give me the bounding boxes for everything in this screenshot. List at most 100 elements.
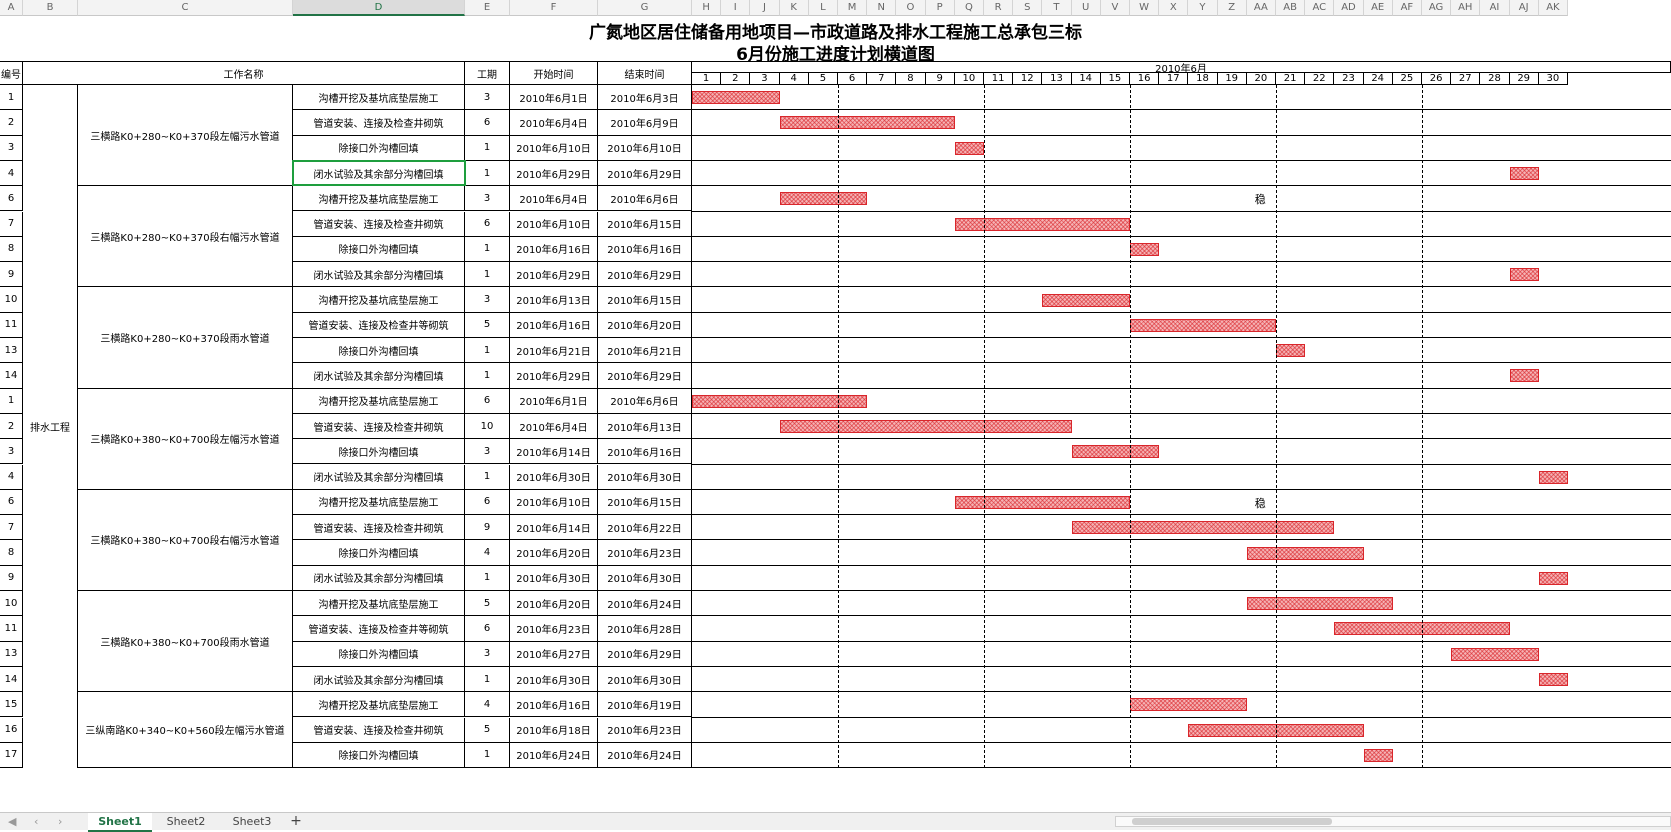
task-num-cell[interactable]: 1	[0, 388, 23, 414]
day-number[interactable]: 24	[1363, 73, 1393, 85]
task-name-cell[interactable]: 闭水试验及其余部分沟槽回填	[293, 160, 465, 187]
gantt-bar[interactable]	[1509, 268, 1539, 282]
task-name-cell[interactable]: 除接口外沟槽回填	[293, 641, 465, 667]
gantt-bar[interactable]	[1451, 647, 1539, 661]
task-num-cell[interactable]: 8	[0, 540, 23, 566]
task-start-cell[interactable]: 2010年6月23日	[510, 616, 598, 642]
column-header-e[interactable]: E	[465, 0, 510, 16]
task-num-cell[interactable]: 4	[0, 464, 23, 490]
day-number[interactable]: 29	[1509, 73, 1539, 85]
header-duration[interactable]: 工期	[465, 61, 510, 85]
gantt-bar[interactable]	[779, 116, 955, 130]
column-header-ah[interactable]: AH	[1451, 0, 1481, 16]
task-name-cell[interactable]: 闭水试验及其余部分沟槽回填	[293, 666, 465, 693]
task-start-cell[interactable]: 2010年6月10日	[510, 489, 598, 516]
column-header-m[interactable]: M	[838, 0, 868, 16]
task-name-cell[interactable]: 除接口外沟槽回填	[293, 135, 465, 161]
gantt-bar[interactable]	[1538, 571, 1568, 585]
task-start-cell[interactable]: 2010年6月13日	[510, 287, 598, 313]
gantt-bar[interactable]	[954, 495, 1130, 509]
column-header-ag[interactable]: AG	[1422, 0, 1452, 16]
task-name-cell[interactable]: 沟槽开挖及基坑底垫层施工	[293, 489, 465, 516]
day-number[interactable]: 13	[1042, 73, 1072, 85]
day-number[interactable]: 19	[1217, 73, 1247, 85]
task-start-cell[interactable]: 2010年6月29日	[510, 160, 598, 187]
task-duration-cell[interactable]: 1	[465, 666, 510, 693]
task-end-cell[interactable]: 2010年6月29日	[598, 363, 692, 389]
task-duration-cell[interactable]: 1	[465, 135, 510, 161]
gantt-bar[interactable]	[1130, 318, 1276, 332]
task-duration-cell[interactable]: 1	[465, 160, 510, 187]
task-name-cell[interactable]: 除接口外沟槽回填	[293, 338, 465, 364]
task-duration-cell[interactable]: 3	[465, 186, 510, 212]
task-end-cell[interactable]: 2010年6月15日	[598, 211, 692, 237]
day-number[interactable]: 18	[1188, 73, 1218, 85]
task-name-cell[interactable]: 管道安装、连接及检查井等砌筑	[293, 312, 465, 338]
gantt-bar[interactable]	[1246, 546, 1364, 560]
task-start-cell[interactable]: 2010年6月30日	[510, 666, 598, 693]
task-name-cell[interactable]: 除接口外沟槽回填	[293, 236, 465, 263]
task-end-cell[interactable]: 2010年6月9日	[598, 110, 692, 136]
day-number[interactable]: 26	[1422, 73, 1452, 85]
header-task-name[interactable]: 工作名称	[23, 61, 465, 85]
task-end-cell[interactable]: 2010年6月20日	[598, 312, 692, 338]
gantt-bar[interactable]	[1071, 521, 1335, 535]
gantt-bar[interactable]	[1246, 597, 1393, 611]
task-end-cell[interactable]: 2010年6月16日	[598, 439, 692, 465]
day-number[interactable]: 22	[1305, 73, 1335, 85]
gantt-bar[interactable]	[1509, 167, 1539, 181]
task-duration-cell[interactable]: 6	[465, 110, 510, 136]
task-num-cell[interactable]: 9	[0, 565, 23, 591]
task-end-cell[interactable]: 2010年6月15日	[598, 287, 692, 313]
gantt-bar[interactable]	[954, 141, 984, 155]
task-duration-cell[interactable]: 3	[465, 439, 510, 465]
group-name-cell[interactable]: 三横路K0+280~K0+370段雨水管道	[78, 287, 293, 389]
task-name-cell[interactable]: 除接口外沟槽回填	[293, 742, 465, 769]
column-header-c[interactable]: C	[78, 0, 293, 16]
group-name-cell[interactable]: 三横路K0+380~K0+700段右幅污水管道	[78, 489, 293, 591]
column-header-aj[interactable]: AJ	[1509, 0, 1539, 16]
task-start-cell[interactable]: 2010年6月14日	[510, 515, 598, 541]
column-header-aa[interactable]: AA	[1246, 0, 1276, 16]
add-sheet-icon[interactable]: +	[286, 813, 306, 830]
scrollbar-thumb[interactable]	[1132, 818, 1332, 825]
header-start[interactable]: 开始时间	[510, 61, 598, 85]
category-cell[interactable]: 排水工程	[23, 85, 78, 769]
task-end-cell[interactable]: 2010年6月24日	[598, 591, 692, 617]
column-header-g[interactable]: G	[598, 0, 692, 16]
gantt-bar[interactable]	[1538, 470, 1568, 484]
column-header-o[interactable]: O	[896, 0, 926, 16]
column-header-ae[interactable]: AE	[1363, 0, 1393, 16]
task-start-cell[interactable]: 2010年6月1日	[510, 85, 598, 111]
task-start-cell[interactable]: 2010年6月29日	[510, 262, 598, 288]
gantt-bar[interactable]	[779, 420, 1072, 434]
column-header-n[interactable]: N	[867, 0, 897, 16]
column-header-ab[interactable]: AB	[1276, 0, 1306, 16]
task-start-cell[interactable]: 2010年6月20日	[510, 591, 598, 617]
task-start-cell[interactable]: 2010年6月30日	[510, 565, 598, 591]
task-end-cell[interactable]: 2010年6月30日	[598, 565, 692, 591]
gantt-bar[interactable]	[1042, 293, 1130, 307]
gantt-bar[interactable]	[954, 217, 1130, 231]
task-duration-cell[interactable]: 3	[465, 287, 510, 313]
tab-sheet1[interactable]: Sheet1	[88, 813, 152, 832]
day-number[interactable]: 5	[808, 73, 838, 85]
group-name-cell[interactable]: 三横路K0+380~K0+700段左幅污水管道	[78, 388, 293, 490]
task-name-cell[interactable]: 除接口外沟槽回填	[293, 439, 465, 465]
task-name-cell[interactable]: 管道安装、连接及检查井砌筑	[293, 110, 465, 136]
task-num-cell[interactable]: 8	[0, 236, 23, 263]
task-start-cell[interactable]: 2010年6月10日	[510, 135, 598, 161]
task-duration-cell[interactable]: 6	[465, 388, 510, 414]
task-end-cell[interactable]: 2010年6月10日	[598, 135, 692, 161]
gantt-bar[interactable]	[1130, 242, 1160, 256]
column-header-l[interactable]: L	[808, 0, 838, 16]
gantt-bar[interactable]	[1130, 698, 1247, 712]
day-number[interactable]: 8	[896, 73, 926, 85]
task-num-cell[interactable]: 3	[0, 439, 23, 465]
column-header-x[interactable]: X	[1159, 0, 1189, 16]
day-number[interactable]: 28	[1480, 73, 1510, 85]
task-start-cell[interactable]: 2010年6月14日	[510, 439, 598, 465]
task-start-cell[interactable]: 2010年6月16日	[510, 236, 598, 263]
column-header-p[interactable]: P	[925, 0, 955, 16]
task-num-cell[interactable]: 7	[0, 211, 23, 237]
